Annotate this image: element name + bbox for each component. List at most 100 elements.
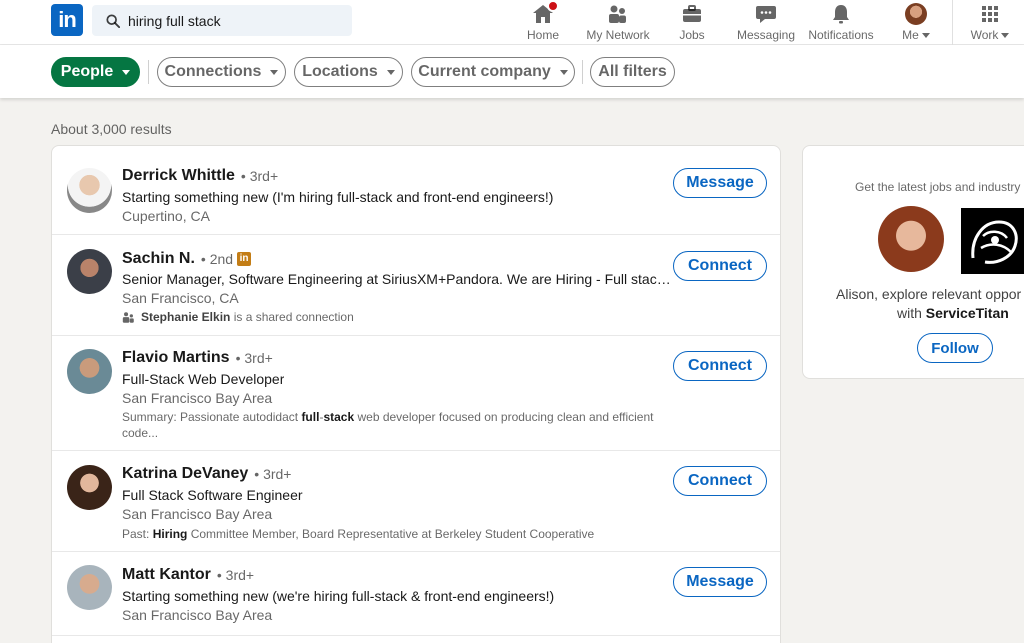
avatar[interactable] bbox=[67, 168, 112, 213]
list-item: Matt Kantor • 3rd+ Starting something ne… bbox=[52, 552, 781, 636]
filter-locations-button[interactable]: Locations bbox=[294, 57, 403, 87]
nav-label-work-wrap: Work bbox=[971, 28, 1010, 42]
rail-ad-line2: with ServiceTitan bbox=[897, 304, 1009, 323]
past-highlight: Hiring bbox=[153, 527, 188, 541]
all-filters-label: All filters bbox=[598, 63, 666, 81]
right-rail-ad: Get the latest jobs and industry Alison,… bbox=[802, 145, 1024, 379]
message-button[interactable]: Message bbox=[673, 567, 767, 597]
nav-label-me-wrap: Me bbox=[902, 28, 930, 42]
connect-button[interactable]: Connect bbox=[673, 466, 767, 496]
person-name[interactable]: Matt Kantor bbox=[122, 566, 211, 584]
search-results-list: Derrick Whittle • 3rd+ Starting somethin… bbox=[51, 145, 781, 643]
name-line: Matt Kantor • 3rd+ bbox=[122, 566, 254, 584]
filter-connections-label: Connections bbox=[165, 63, 262, 81]
company-logo[interactable] bbox=[961, 208, 1024, 274]
nav-label-jobs: Jobs bbox=[679, 28, 704, 42]
connection-degree: • 3rd+ bbox=[236, 350, 273, 366]
person-headline: Full-Stack Web Developer bbox=[122, 371, 284, 387]
shared-connection-name[interactable]: Stephanie Elkin bbox=[141, 309, 230, 325]
avatar[interactable] bbox=[67, 465, 112, 510]
my-network-icon bbox=[606, 2, 630, 26]
name-line: Katrina DeVaney • 3rd+ bbox=[122, 465, 291, 483]
linkedin-premium-icon: in bbox=[237, 252, 251, 266]
avatar bbox=[878, 206, 944, 272]
search-input[interactable] bbox=[128, 13, 348, 29]
rail-ad-caption: Get the latest jobs and industry bbox=[855, 180, 1020, 194]
filter-current-company-button[interactable]: Current company bbox=[411, 57, 575, 87]
past-rest: Committee Member, Board Representative a… bbox=[187, 527, 594, 541]
name-line: Sachin N. • 2nd in bbox=[122, 250, 251, 268]
connection-degree: • 3rd+ bbox=[254, 466, 291, 482]
name-line: Derrick Whittle • 3rd+ bbox=[122, 167, 278, 185]
chevron-down-icon bbox=[270, 70, 278, 75]
nav-label-work: Work bbox=[971, 28, 999, 42]
person-headline: Starting something new (I'm hiring full-… bbox=[122, 189, 553, 205]
person-headline: Senior Manager, Software Engineering at … bbox=[122, 271, 672, 287]
nav-label-my-network: My Network bbox=[586, 28, 649, 42]
summary-prefix: Summary: Passionate autodidact bbox=[122, 410, 301, 424]
nav-my-network[interactable]: My Network bbox=[583, 0, 653, 45]
connection-degree: • 2nd bbox=[201, 251, 233, 267]
person-name[interactable]: Katrina DeVaney bbox=[122, 465, 248, 483]
nav-work[interactable]: Work bbox=[968, 0, 1012, 45]
notification-badge bbox=[547, 0, 559, 12]
avatar[interactable] bbox=[67, 249, 112, 294]
filter-people-button[interactable]: People bbox=[51, 57, 140, 87]
person-location: San Francisco Bay Area bbox=[122, 506, 272, 522]
follow-button[interactable]: Follow bbox=[917, 333, 993, 363]
notifications-icon bbox=[829, 2, 853, 26]
shared-connection-icon bbox=[122, 311, 135, 324]
summary-highlight: full bbox=[301, 410, 319, 424]
nav-divider bbox=[952, 0, 953, 45]
list-item: Derrick Whittle • 3rd+ Starting somethin… bbox=[52, 146, 781, 235]
shared-connection-text: is a shared connection bbox=[234, 309, 354, 325]
person-headline: Starting something new (we're hiring ful… bbox=[122, 588, 554, 604]
grid-icon bbox=[978, 2, 1002, 26]
past-prefix: Past: bbox=[122, 527, 153, 541]
all-filters-button[interactable]: All filters bbox=[590, 57, 675, 87]
linkedin-logo[interactable]: in bbox=[51, 4, 83, 36]
nav-notifications[interactable]: Notifications bbox=[806, 0, 876, 45]
search-box[interactable] bbox=[92, 5, 352, 36]
nav-label-messaging: Messaging bbox=[737, 28, 795, 42]
nav-home[interactable]: Home bbox=[524, 0, 562, 45]
chevron-down-icon bbox=[560, 70, 568, 75]
person-location: San Francisco Bay Area bbox=[122, 607, 272, 623]
avatar[interactable] bbox=[67, 349, 112, 394]
person-summary: Summary: Passionate autodidact full-stac… bbox=[122, 409, 662, 441]
search-icon bbox=[106, 14, 120, 28]
person-location: San Francisco Bay Area bbox=[122, 390, 272, 406]
person-location: San Francisco, CA bbox=[122, 290, 239, 306]
connect-button[interactable]: Connect bbox=[673, 251, 767, 281]
rail-ad-line2-prefix: with bbox=[897, 305, 926, 321]
person-location: Cupertino, CA bbox=[122, 208, 210, 224]
person-name[interactable]: Flavio Martins bbox=[122, 349, 230, 367]
name-line: Flavio Martins • 3rd+ bbox=[122, 349, 273, 367]
home-icon bbox=[531, 2, 555, 26]
avatar bbox=[905, 3, 927, 25]
list-item: Sachin N. • 2nd in Senior Manager, Softw… bbox=[52, 235, 781, 336]
company-logo-graphic bbox=[961, 208, 1024, 274]
chevron-down-icon bbox=[122, 70, 130, 75]
avatar[interactable] bbox=[67, 565, 112, 610]
filter-divider bbox=[148, 60, 149, 84]
connect-button[interactable]: Connect bbox=[673, 351, 767, 381]
past-position: Past: Hiring Committee Member, Board Rep… bbox=[122, 526, 662, 542]
filter-divider bbox=[582, 60, 583, 84]
person-name[interactable]: Derrick Whittle bbox=[122, 167, 235, 185]
chevron-down-icon bbox=[387, 70, 395, 75]
chevron-down-icon bbox=[922, 33, 930, 38]
rail-ad-company: ServiceTitan bbox=[926, 305, 1009, 321]
nav-me[interactable]: Me bbox=[898, 0, 934, 45]
filter-people-label: People bbox=[61, 63, 113, 81]
person-name[interactable]: Sachin N. bbox=[122, 250, 195, 268]
rail-ad-line1: Alison, explore relevant oppor bbox=[836, 285, 1021, 304]
message-button[interactable]: Message bbox=[673, 168, 767, 198]
filter-connections-button[interactable]: Connections bbox=[157, 57, 286, 87]
filter-locations-label: Locations bbox=[302, 63, 378, 81]
shared-connection: Stephanie Elkin is a shared connection bbox=[122, 309, 662, 325]
list-item: Katrina DeVaney • 3rd+ Full Stack Softwa… bbox=[52, 451, 781, 552]
summary-highlight: stack bbox=[323, 410, 354, 424]
nav-jobs[interactable]: Jobs bbox=[676, 0, 708, 45]
nav-messaging[interactable]: Messaging bbox=[736, 0, 796, 45]
